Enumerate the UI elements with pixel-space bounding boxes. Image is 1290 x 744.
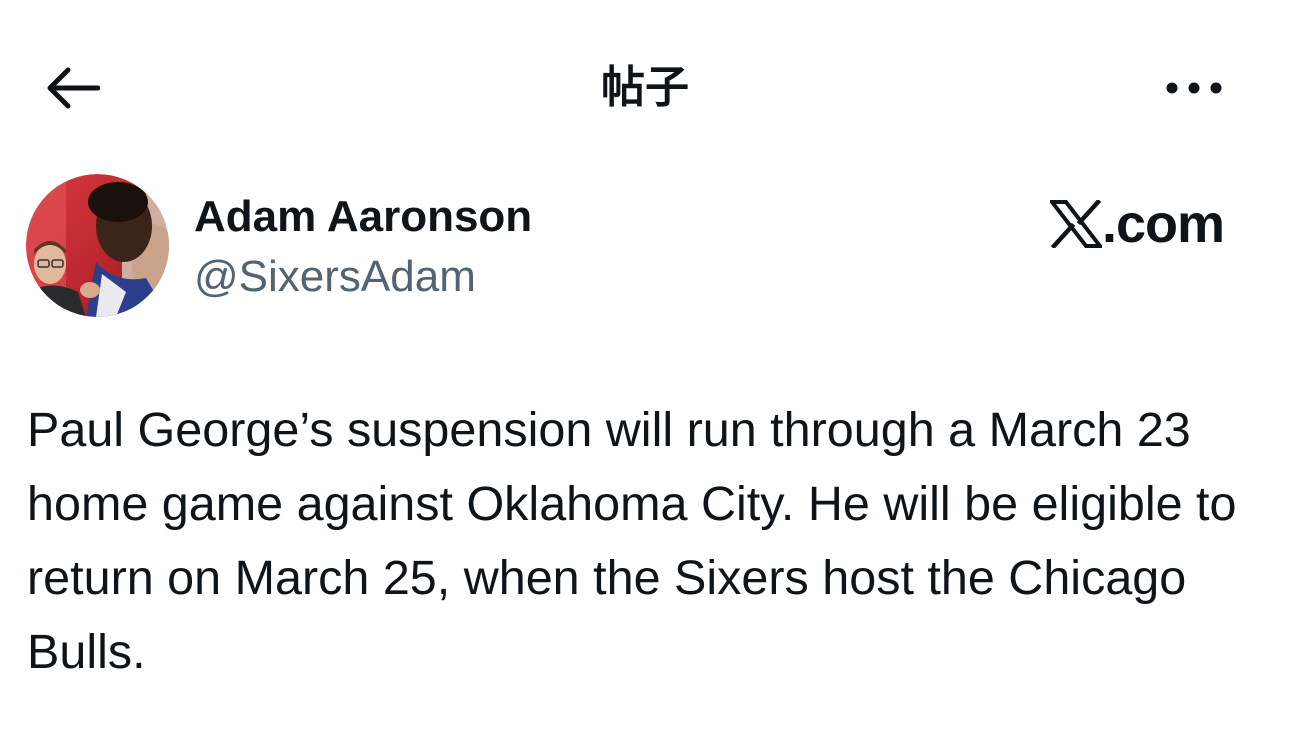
x-logo-icon	[1050, 200, 1102, 248]
author-handle[interactable]: @SixersAdam	[194, 251, 476, 303]
more-options-button[interactable]	[1158, 58, 1230, 118]
brand-label: .com	[1102, 194, 1225, 254]
avatar-photo	[26, 174, 169, 317]
more-horizontal-icon	[1166, 82, 1222, 94]
brand-watermark: .com	[1050, 193, 1225, 255]
author-name[interactable]: Adam Aaronson	[194, 191, 532, 243]
page-title: 帖子	[601, 62, 689, 113]
avatar[interactable]	[26, 174, 169, 317]
top-navigation-bar: 帖子	[0, 0, 1290, 175]
post-text: Paul George’s suspension will run throug…	[27, 403, 1237, 679]
